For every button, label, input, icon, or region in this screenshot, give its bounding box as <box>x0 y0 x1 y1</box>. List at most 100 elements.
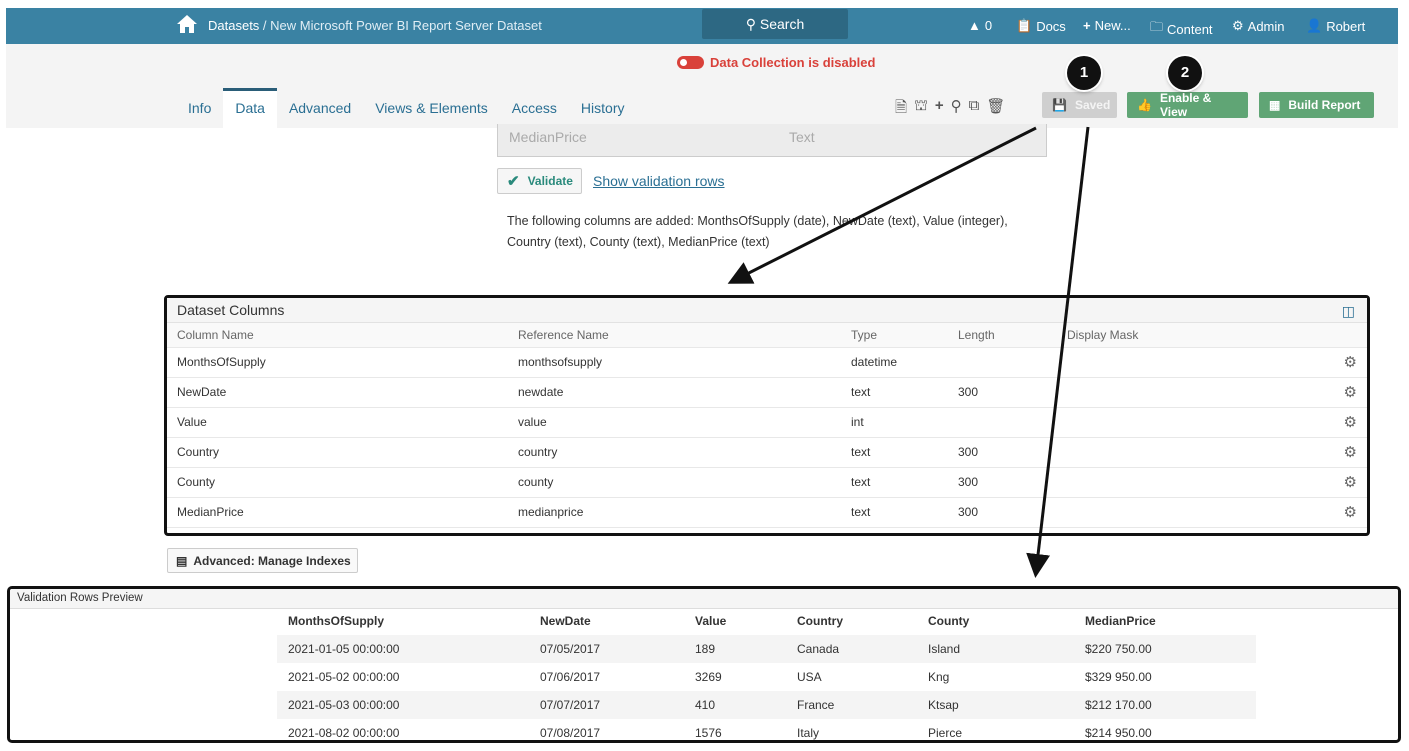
tab-views-elements[interactable]: Views & Elements <box>363 88 500 128</box>
table-cell: datetime <box>841 348 948 378</box>
tab-data[interactable]: Data <box>223 88 277 128</box>
copy-icon[interactable]: ⧉ <box>969 97 980 122</box>
table-cell: Italy <box>797 726 820 740</box>
column-header[interactable]: Length <box>948 323 1057 348</box>
table-cell: Kng <box>928 670 950 684</box>
docs-label: Docs <box>1036 18 1066 34</box>
table-cell: USA <box>797 670 822 684</box>
dataset-columns-panel: Dataset Columns ◫ Column Name Reference Na… <box>164 295 1370 536</box>
hierarchy-icon[interactable]: ⛫ <box>914 97 928 122</box>
table-row: County county text 300 ⚙ <box>167 468 1367 498</box>
saved-button[interactable]: 💾 Saved <box>1042 92 1117 118</box>
column-chooser-icon[interactable]: ◫ <box>1342 303 1355 320</box>
column-header[interactable]: Reference Name <box>508 323 841 348</box>
user-name: Robert <box>1326 18 1366 34</box>
gear-icon[interactable]: ⚙ <box>1297 348 1367 378</box>
home-icon[interactable] <box>176 14 198 37</box>
table-cell: 300 <box>948 378 1057 408</box>
user-menu[interactable]: 👤 Robert <box>1306 18 1365 34</box>
data-collection-label: Data Collection is disabled <box>710 55 876 70</box>
gear-icon[interactable]: ⚙ <box>1297 378 1367 408</box>
table-cell: 300 <box>948 498 1057 528</box>
table-cell: 07/06/2017 <box>540 670 601 684</box>
table-cell: 2021-01-05 00:00:00 <box>288 642 400 656</box>
docs-button[interactable]: 📋 Docs <box>1016 18 1066 34</box>
table-cell: text <box>841 438 948 468</box>
build-report-button[interactable]: ▦ Build Report <box>1259 92 1374 118</box>
column-header[interactable]: Display Mask <box>1057 323 1297 348</box>
breadcrumb-separator: / <box>259 18 271 33</box>
alerts-button[interactable]: ▲ 0 <box>968 18 992 33</box>
enable-view-button[interactable]: 👍 Enable & View <box>1127 91 1248 119</box>
tab-access[interactable]: Access <box>500 88 569 128</box>
validate-label: Validate <box>527 174 573 188</box>
tab-history[interactable]: History <box>569 88 637 128</box>
column-preview-name: MedianPrice <box>509 129 587 145</box>
enable-view-label: Enable & View <box>1159 91 1212 119</box>
column-header-actions <box>1297 323 1367 348</box>
table-cell: 2021-05-03 00:00:00 <box>288 698 400 712</box>
table-cell <box>948 348 1057 378</box>
gear-icon[interactable]: ⚙ <box>1297 498 1367 528</box>
table-row: NewDate newdate text 300 ⚙ <box>167 378 1367 408</box>
column-header[interactable]: Type <box>841 323 948 348</box>
table-cell: 2021-08-02 00:00:00 <box>288 726 400 740</box>
column-header: NewDate <box>540 614 591 628</box>
trash-icon[interactable]: 🗑 <box>986 97 1005 122</box>
column-header: Value <box>695 614 727 628</box>
manage-indexes-button[interactable]: ▤ Advanced: Manage Indexes <box>167 548 358 573</box>
tab-info[interactable]: Info <box>176 88 223 128</box>
table-cell: 07/08/2017 <box>540 726 601 740</box>
column-header[interactable]: Column Name <box>167 323 508 348</box>
table-cell: 300 <box>948 468 1057 498</box>
tab-advanced[interactable]: Advanced <box>277 88 363 128</box>
table-cell: newdate <box>508 378 841 408</box>
new-button[interactable]: + New... <box>1083 18 1131 33</box>
gear-icon[interactable]: ⚙ <box>1297 408 1367 438</box>
table-cell: 07/07/2017 <box>540 698 601 712</box>
table-cell: NewDate <box>167 378 508 408</box>
content-button[interactable]: 🗀 Content <box>1150 18 1213 40</box>
table-cell: Pierce <box>928 726 963 740</box>
breadcrumb-datasets[interactable]: Datasets <box>208 18 259 33</box>
table-cell: France <box>797 698 835 712</box>
table-cell <box>1057 498 1297 528</box>
top-navbar: Datasets / New Microsoft Power BI Report… <box>6 8 1398 44</box>
table-cell: 2021-05-02 00:00:00 <box>288 670 400 684</box>
table-cell <box>1057 408 1297 438</box>
clipboard-icon: 📋 <box>1016 18 1033 33</box>
table-row: 2021-08-02 00:00:00 07/08/2017 1576 Italy Pi… <box>277 719 1256 740</box>
new-label: New... <box>1094 18 1131 33</box>
warning-icon: ▲ <box>968 18 981 33</box>
table-body: MonthsOfSupply monthsofsupply datetime ⚙ New… <box>167 348 1367 528</box>
table-header: MonthsOfSupply NewDate Value Country County M… <box>277 609 1256 635</box>
table-row: 2021-05-03 00:00:00 07/07/2017 410 France Kt… <box>277 691 1256 719</box>
column-header: MedianPrice <box>1085 614 1156 628</box>
panel-title: Validation Rows Preview <box>10 589 1398 609</box>
table-cell: Country <box>167 438 508 468</box>
column-header: Country <box>797 614 843 628</box>
admin-button[interactable]: ⚙ Admin <box>1232 18 1285 34</box>
search-button[interactable]: ⚲ Search <box>702 9 848 39</box>
content-label: Content <box>1167 21 1213 37</box>
table-cell: monthsofsupply <box>508 348 841 378</box>
search-icon: ⚲ <box>745 16 756 32</box>
check-icon: ✔ <box>507 173 520 190</box>
table-cell: text <box>841 498 948 528</box>
alerts-count: 0 <box>984 18 993 33</box>
data-collection-status[interactable]: Data Collection is disabled <box>677 55 875 70</box>
search-icon[interactable]: ⚲ <box>951 97 962 122</box>
toggle-icon[interactable] <box>677 56 704 69</box>
thumbs-up-icon: 👍 <box>1137 98 1152 112</box>
table-cell: medianprice <box>508 498 841 528</box>
gear-icon[interactable]: ⚙ <box>1297 438 1367 468</box>
validate-button[interactable]: ✔ Validate <box>497 168 582 194</box>
columns-added-message: The following columns are added: MonthsO… <box>507 214 1008 249</box>
table-row: MonthsOfSupply monthsofsupply datetime ⚙ <box>167 348 1367 378</box>
gear-icon[interactable]: ⚙ <box>1297 468 1367 498</box>
document-icon[interactable]: 🗎 <box>895 97 907 122</box>
show-validation-rows-link[interactable]: Show validation rows <box>593 173 725 189</box>
table-cell <box>1057 438 1297 468</box>
table-cell: Canada <box>797 642 840 656</box>
plus-icon[interactable]: + <box>935 97 944 122</box>
